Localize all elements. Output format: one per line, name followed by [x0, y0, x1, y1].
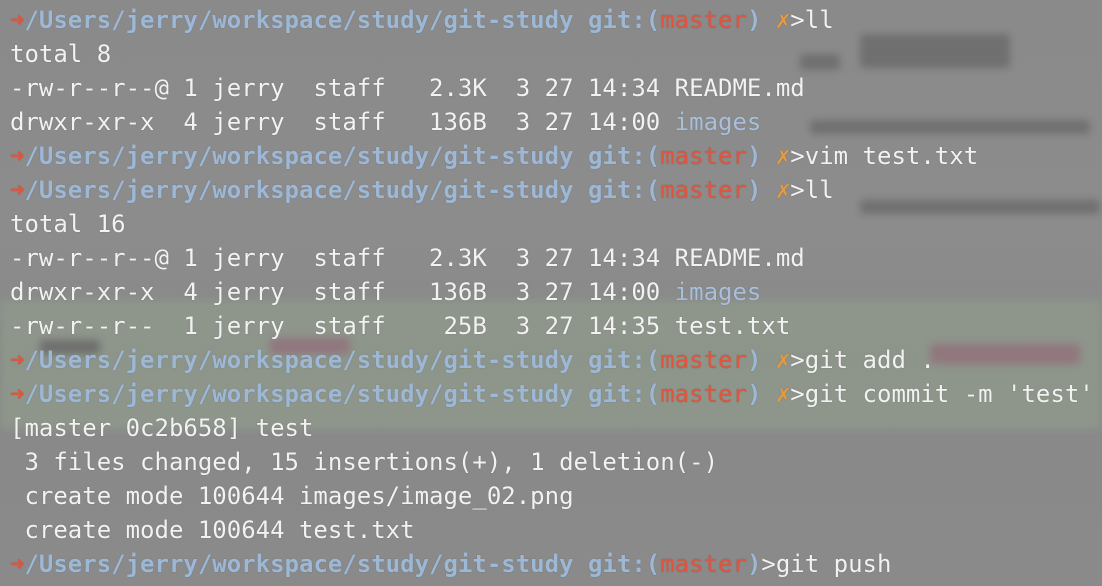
git-label: git:	[587, 380, 646, 408]
prompt-line: ➜/Users/jerry/workspace/study/git-study …	[10, 377, 1102, 411]
output-line: create mode 100644 test.txt	[10, 513, 1102, 547]
dirty-mark-icon: ✗	[775, 380, 791, 408]
output-text: total 8	[10, 40, 112, 68]
git-label: git:	[587, 346, 646, 374]
command-text: >ll	[790, 6, 834, 34]
command-text: >git push	[761, 550, 892, 578]
file-listing-row: drwxr-xr-x 4 jerry staff 136B 3 27 14:00…	[10, 275, 1102, 309]
dirty-mark-icon: ✗	[775, 176, 791, 204]
prompt-arrow-icon: ➜	[10, 346, 25, 374]
command-text: >git add .	[790, 346, 935, 374]
file-attributes: -rw-r--r--@ 1 jerry staff 2.3K 3 27 14:3…	[10, 74, 675, 102]
prompt-path: /Users/jerry/workspace/study/git-study	[24, 346, 574, 374]
paren-open: (	[645, 380, 661, 408]
output-text: 3 files changed, 15 insertions(+), 1 del…	[10, 448, 719, 476]
git-label: git:	[587, 176, 646, 204]
paren-close: )	[746, 6, 762, 34]
output-line: 3 files changed, 15 insertions(+), 1 del…	[10, 445, 1102, 479]
prompt-path: /Users/jerry/workspace/study/git-study	[24, 550, 574, 578]
command-text: >git commit -m 'test'	[790, 380, 1094, 408]
directory-name: images	[674, 108, 762, 136]
output-text: total 16	[10, 210, 126, 238]
paren-open: (	[645, 346, 661, 374]
paren-open: (	[645, 176, 661, 204]
file-listing-row: -rw-r--r--@ 1 jerry staff 2.3K 3 27 14:3…	[10, 241, 1102, 275]
terminal-output: ➜/Users/jerry/workspace/study/git-study …	[10, 3, 1102, 581]
command-text: >ll	[790, 176, 834, 204]
file-name: test.txt	[674, 312, 791, 340]
output-text: create mode 100644 images/image_02.png	[10, 482, 574, 510]
git-label: git:	[587, 142, 646, 170]
prompt-path: /Users/jerry/workspace/study/git-study	[24, 380, 574, 408]
git-branch: master	[660, 380, 747, 408]
git-branch: master	[660, 346, 747, 374]
prompt-line: ➜/Users/jerry/workspace/study/git-study …	[10, 3, 1102, 37]
git-branch: master	[660, 176, 747, 204]
prompt-line: ➜/Users/jerry/workspace/study/git-study …	[10, 173, 1102, 207]
git-branch: master	[660, 6, 747, 34]
prompt-arrow-icon: ➜	[10, 176, 25, 204]
dirty-mark-icon: ✗	[775, 346, 791, 374]
git-label: git:	[587, 6, 646, 34]
paren-open: (	[645, 550, 661, 578]
prompt-arrow-icon: ➜	[10, 550, 25, 578]
paren-close: )	[746, 346, 762, 374]
paren-close: )	[746, 176, 762, 204]
output-text: create mode 100644 test.txt	[10, 516, 415, 544]
output-text: [master 0c2b658] test	[10, 414, 314, 442]
file-attributes: drwxr-xr-x 4 jerry staff 136B 3 27 14:00	[10, 108, 675, 136]
terminal-window[interactable]: ➜/Users/jerry/workspace/study/git-study …	[0, 0, 1102, 586]
prompt-path: /Users/jerry/workspace/study/git-study	[24, 176, 574, 204]
file-listing-row: -rw-r--r--@ 1 jerry staff 2.3K 3 27 14:3…	[10, 71, 1102, 105]
output-line: total 8	[10, 37, 1102, 71]
prompt-path: /Users/jerry/workspace/study/git-study	[24, 6, 574, 34]
prompt-path: /Users/jerry/workspace/study/git-study	[24, 142, 574, 170]
prompt-line: ➜/Users/jerry/workspace/study/git-study …	[10, 343, 1102, 377]
directory-name: images	[674, 278, 762, 306]
output-line: create mode 100644 images/image_02.png	[10, 479, 1102, 513]
file-name: README.md	[674, 74, 805, 102]
file-name: README.md	[674, 244, 805, 272]
git-label: git:	[587, 550, 646, 578]
dirty-mark-icon: ✗	[775, 142, 791, 170]
file-attributes: drwxr-xr-x 4 jerry staff 136B 3 27 14:00	[10, 278, 675, 306]
file-attributes: -rw-r--r--@ 1 jerry staff 2.3K 3 27 14:3…	[10, 244, 675, 272]
prompt-line: ➜/Users/jerry/workspace/study/git-study …	[10, 139, 1102, 173]
paren-close: )	[746, 142, 762, 170]
paren-open: (	[645, 6, 661, 34]
prompt-line: ➜/Users/jerry/workspace/study/git-study …	[10, 547, 1102, 581]
file-attributes: -rw-r--r-- 1 jerry staff 25B 3 27 14:35	[10, 312, 675, 340]
git-branch: master	[660, 550, 747, 578]
output-line: [master 0c2b658] test	[10, 411, 1102, 445]
command-text: >vim test.txt	[790, 142, 979, 170]
dirty-mark-icon: ✗	[775, 6, 791, 34]
file-listing-row: drwxr-xr-x 4 jerry staff 136B 3 27 14:00…	[10, 105, 1102, 139]
paren-open: (	[645, 142, 661, 170]
output-line: total 16	[10, 207, 1102, 241]
file-listing-row: -rw-r--r-- 1 jerry staff 25B 3 27 14:35 …	[10, 309, 1102, 343]
git-branch: master	[660, 142, 747, 170]
prompt-arrow-icon: ➜	[10, 6, 25, 34]
prompt-arrow-icon: ➜	[10, 380, 25, 408]
prompt-arrow-icon: ➜	[10, 142, 25, 170]
paren-close: )	[746, 550, 762, 578]
paren-close: )	[746, 380, 762, 408]
